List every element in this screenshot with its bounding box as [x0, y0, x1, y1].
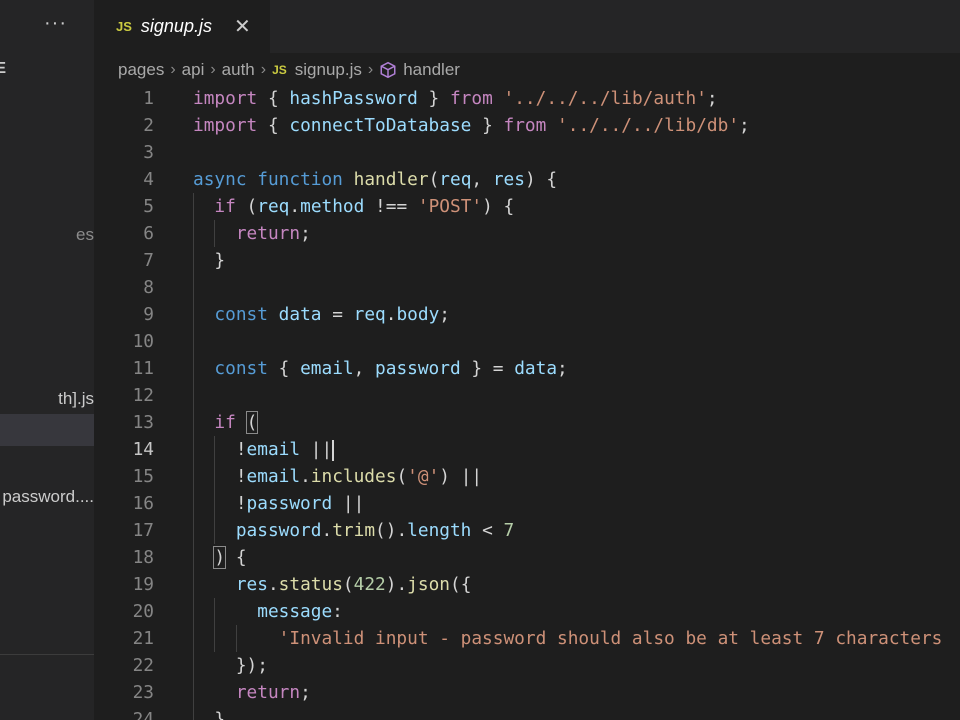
javascript-file-icon: JS — [116, 19, 132, 34]
code-text: message: — [257, 601, 343, 622]
code-line[interactable]: 5 if (req.method !== 'POST') { — [94, 193, 960, 220]
javascript-file-icon: JS — [272, 63, 287, 77]
line-number: 21 — [132, 628, 154, 649]
code-text: return; — [235, 682, 311, 703]
code-editor[interactable]: 1 import { hashPassword } from '../../../… — [94, 85, 960, 720]
code-line[interactable]: 23 return; — [94, 679, 960, 706]
line-number: 13 — [132, 412, 154, 433]
line-number: 5 — [143, 196, 154, 217]
line-number: 23 — [132, 682, 154, 703]
line-number: 17 — [132, 520, 154, 541]
line-number: 20 — [132, 601, 154, 622]
line-number: 1 — [143, 88, 154, 109]
breadcrumb-item-auth[interactable]: auth — [222, 60, 255, 80]
chevron-right-icon: › — [170, 61, 176, 78]
editor-tab-bar: JS signup.js ✕ — [94, 0, 960, 53]
indent-guide — [235, 625, 237, 652]
tab-label: signup.js — [140, 16, 212, 36]
line-number: 6 — [143, 223, 154, 244]
code-text: return; — [235, 223, 311, 244]
explorer-item: E — [0, 60, 6, 77]
code-line[interactable]: 16 !password || — [94, 490, 960, 517]
code-line[interactable]: 12 — [94, 382, 960, 409]
breadcrumb-item-file[interactable]: signup.js — [295, 60, 362, 80]
breadcrumb-item-api[interactable]: api — [182, 60, 205, 80]
line-number: 12 — [132, 385, 154, 406]
sidebar-divider — [0, 654, 94, 655]
symbol-method-icon — [379, 61, 397, 79]
line-number: 3 — [143, 142, 154, 163]
line-number: 16 — [132, 493, 154, 514]
line-number: 19 — [132, 574, 154, 595]
code-text: async function handler(req, res) { — [193, 169, 558, 190]
code-text: const data = req.body; — [214, 304, 451, 325]
line-number: 14 — [132, 439, 154, 460]
line-number: 7 — [143, 250, 154, 271]
code-text: !password || — [193, 493, 365, 514]
explorer-item[interactable]: password.... — [2, 487, 94, 507]
code-line[interactable]: 6 return; — [94, 220, 960, 247]
code-line[interactable]: 9 const data = req.body; — [94, 301, 960, 328]
code-line[interactable]: 4 async function handler(req, res) { — [94, 166, 960, 193]
line-number: 4 — [143, 169, 154, 190]
breadcrumb-item-symbol[interactable]: handler — [403, 60, 460, 80]
code-text: if ( — [214, 411, 259, 434]
code-line[interactable]: 11 const { email, password } = data; — [94, 355, 960, 382]
explorer-sidebar: ··· Ees th].js password.... — [0, 0, 94, 720]
line-number: 18 — [132, 547, 154, 568]
code-line[interactable]: 17 password.trim().length < 7 — [94, 517, 960, 544]
indent-guide — [214, 436, 216, 544]
code-text: ) { — [213, 546, 247, 569]
indent-guide — [193, 193, 194, 720]
code-line[interactable]: 21 'Invalid input - password should also… — [94, 625, 960, 652]
close-icon[interactable]: ✕ — [234, 17, 251, 37]
explorer-item[interactable]: th].js — [58, 389, 94, 409]
code-line[interactable]: 2 import { connectToDatabase } from '../.… — [94, 112, 960, 139]
line-number: 9 — [143, 304, 154, 325]
code-text: } — [193, 709, 226, 720]
indent-guide — [214, 220, 216, 247]
more-actions-icon[interactable]: ··· — [44, 12, 67, 35]
code-line[interactable]: 15 !email.includes('@') || — [94, 463, 960, 490]
line-number: 8 — [143, 277, 154, 298]
line-number: 15 — [132, 466, 154, 487]
line-number: 22 — [132, 655, 154, 676]
code-text: } — [193, 250, 226, 271]
tab-signup-js[interactable]: JS signup.js ✕ — [94, 0, 270, 53]
line-number: 11 — [132, 358, 154, 379]
line-number: 10 — [132, 331, 154, 352]
line-number: 2 — [143, 115, 154, 136]
code-line[interactable]: 19 res.status(422).json({ — [94, 571, 960, 598]
chevron-right-icon: › — [210, 61, 216, 78]
code-line[interactable]: 3 — [94, 139, 960, 166]
code-line[interactable]: 1 import { hashPassword } from '../../../… — [94, 85, 960, 112]
code-line[interactable]: 13 if ( — [94, 409, 960, 436]
code-line[interactable]: 14 !email || — [94, 436, 960, 463]
code-text: }); — [193, 655, 268, 676]
code-text: 'Invalid input - password should also be… — [278, 628, 943, 649]
code-text: password.trim().length < 7 — [235, 520, 515, 541]
text-cursor — [332, 439, 335, 461]
selected-file-highlight — [0, 414, 94, 446]
code-line[interactable]: 10 — [94, 328, 960, 355]
breadcrumb-item-pages[interactable]: pages — [118, 60, 164, 80]
code-line[interactable]: 8 — [94, 274, 960, 301]
explorer-item[interactable]: es — [76, 225, 94, 245]
code-line[interactable]: 18 ) { — [94, 544, 960, 571]
line-number: 24 — [132, 709, 154, 720]
code-line[interactable]: 7 } — [94, 247, 960, 274]
code-text: if (req.method !== 'POST') { — [214, 196, 515, 217]
code-text: res.status(422).json({ — [235, 574, 472, 595]
code-line[interactable]: 20 message: — [94, 598, 960, 625]
breadcrumb: pages › api › auth › JS signup.js › hand… — [118, 58, 460, 82]
code-line[interactable]: 22 }); — [94, 652, 960, 679]
code-text: import { connectToDatabase } from '../..… — [193, 115, 750, 136]
code-line[interactable]: 24 } — [94, 706, 960, 720]
chevron-right-icon: › — [260, 61, 267, 78]
chevron-right-icon: › — [367, 61, 374, 78]
code-text: const { email, password } = data; — [214, 358, 568, 379]
code-text: !email.includes('@') || — [193, 466, 483, 487]
code-text: import { hashPassword } from '../../../l… — [193, 88, 718, 109]
indent-guide — [214, 598, 216, 652]
